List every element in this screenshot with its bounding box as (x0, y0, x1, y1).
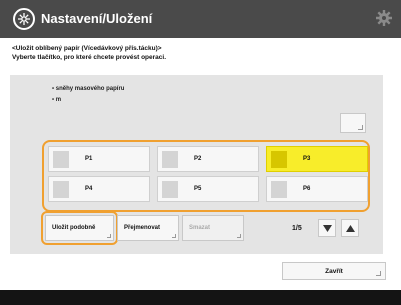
delete-button-label: Smazat (189, 225, 211, 231)
drawer-label: P3 (303, 156, 311, 162)
paper-tray-icon (53, 151, 69, 168)
drawer-button-p6[interactable]: P6 (266, 176, 368, 202)
drawer-label: P4 (85, 186, 93, 192)
gear-icon[interactable] (375, 9, 393, 27)
settings-app-icon (13, 8, 35, 30)
drawer-button-p2[interactable]: P2 (157, 146, 259, 172)
drawer-button-p5[interactable]: P5 (157, 176, 259, 202)
delete-button[interactable]: Smazat (182, 215, 244, 241)
drawer-label: P1 (85, 156, 93, 162)
paper-tray-icon (162, 151, 178, 168)
paper-tray-icon (53, 181, 69, 198)
paper-setting-item: m (52, 95, 124, 106)
drawer-button-p4[interactable]: P4 (48, 176, 150, 202)
instruction-text: <Uložit oblíbený papír (Vícedávkový přís… (12, 44, 166, 62)
instruction-line-2: Vyberte tlačítko, pro které chcete prové… (12, 54, 167, 61)
close-button[interactable]: Zavřít (282, 262, 386, 280)
page-up-button[interactable] (341, 219, 359, 237)
arrow-down-icon (322, 224, 332, 232)
drawer-button-p1[interactable]: P1 (48, 146, 150, 172)
drawer-button-p3[interactable]: P3 (266, 146, 368, 172)
page-down-button[interactable] (318, 219, 336, 237)
paper-tray-icon (271, 151, 287, 168)
paper-settings-list: sněhy masového papíru m (52, 84, 125, 106)
drawer-label: P5 (194, 186, 202, 192)
details-button[interactable] (340, 113, 366, 133)
save-button-label: Uložit podobně (52, 225, 96, 231)
page-indicator: 1/5 (292, 225, 302, 232)
paper-setting-item: sněhy masového papíru (52, 84, 125, 95)
arrow-up-icon (345, 224, 355, 232)
instruction-line-1: <Uložit oblíbený papír (Vícedávkový přís… (12, 45, 162, 52)
drawer-label: P2 (194, 156, 202, 162)
paper-tray-icon (271, 181, 287, 198)
drawer-label: P6 (303, 186, 311, 192)
status-bar (0, 290, 401, 305)
rename-button-label: Přejmenovat (124, 225, 161, 231)
title-bar: Nastavení/Uložení (0, 0, 401, 38)
paper-tray-icon (162, 181, 178, 198)
save-button[interactable]: Uložit podobně (45, 215, 114, 241)
rename-button[interactable]: Přejmenovat (117, 215, 179, 241)
page-title: Nastavení/Uložení (41, 11, 153, 26)
